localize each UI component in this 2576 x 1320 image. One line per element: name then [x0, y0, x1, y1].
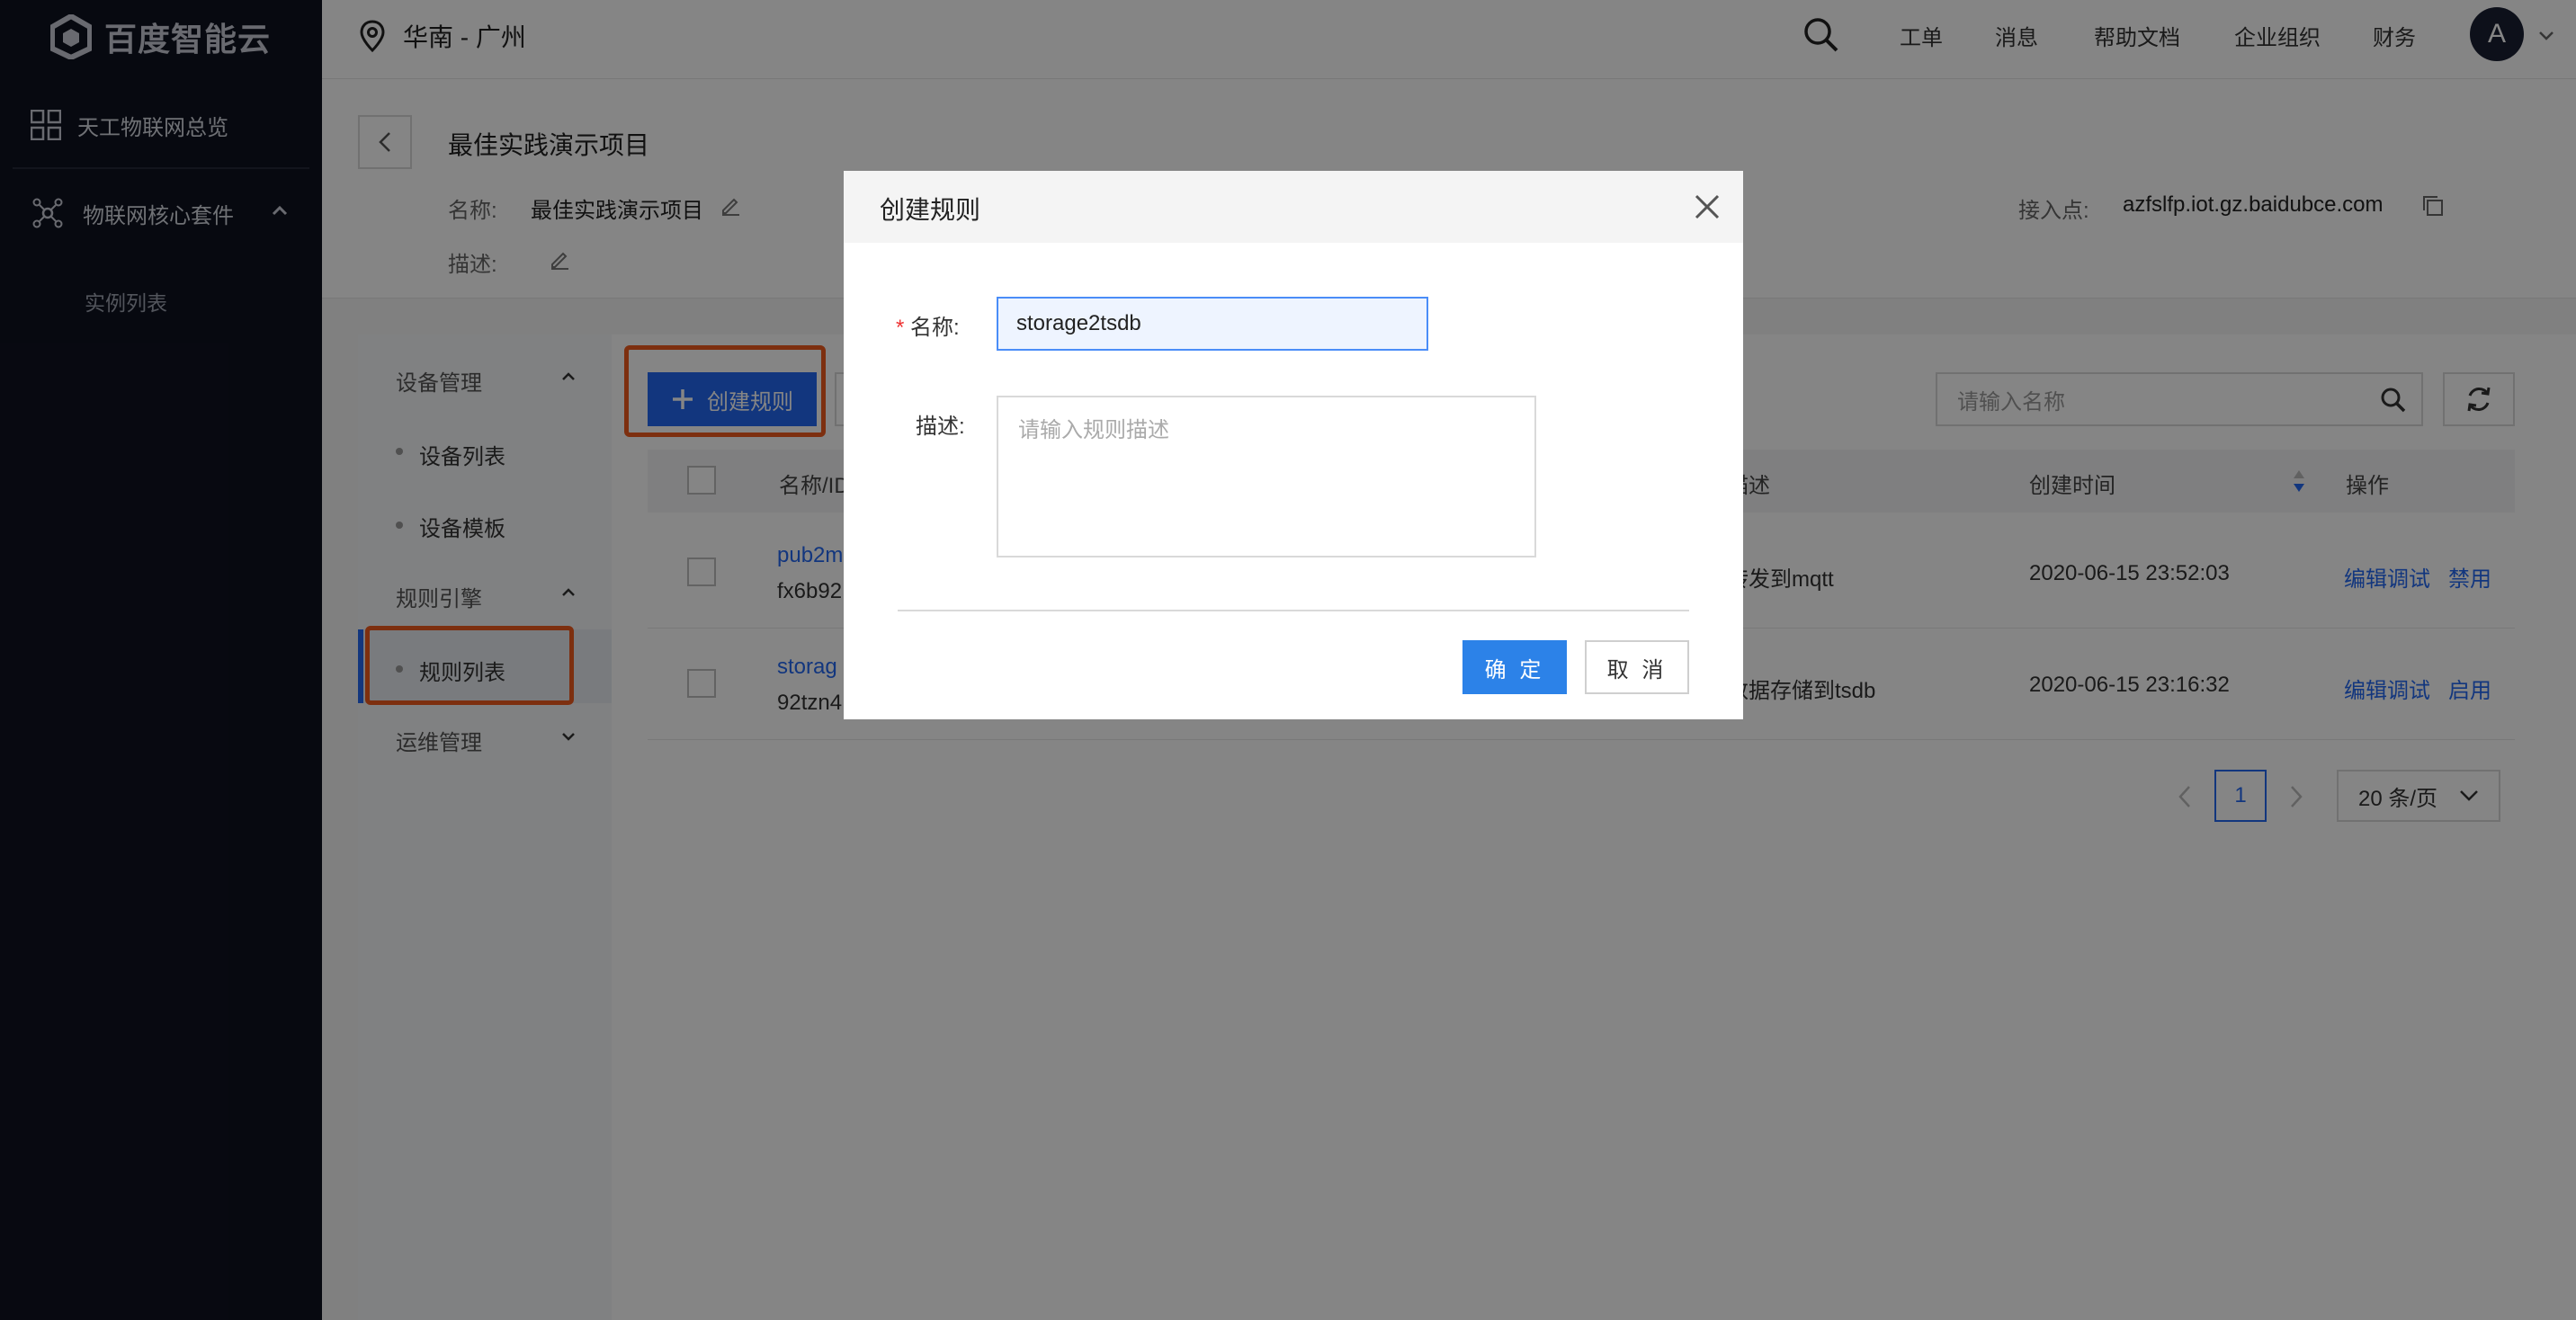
dialog-title: 创建规则: [880, 196, 981, 224]
dialog-divider: [898, 610, 1689, 611]
cancel-button[interactable]: 取 消: [1585, 640, 1689, 694]
rule-name-input[interactable]: storage2tsdb: [997, 297, 1428, 351]
confirm-button[interactable]: 确 定: [1462, 640, 1567, 694]
close-icon[interactable]: [1689, 189, 1725, 225]
name-field-label: * 名称:: [896, 316, 960, 340]
rule-desc-textarea[interactable]: 请输入规则描述: [997, 396, 1536, 557]
required-marker: *: [896, 316, 911, 340]
desc-field-label: 描述:: [916, 415, 965, 439]
